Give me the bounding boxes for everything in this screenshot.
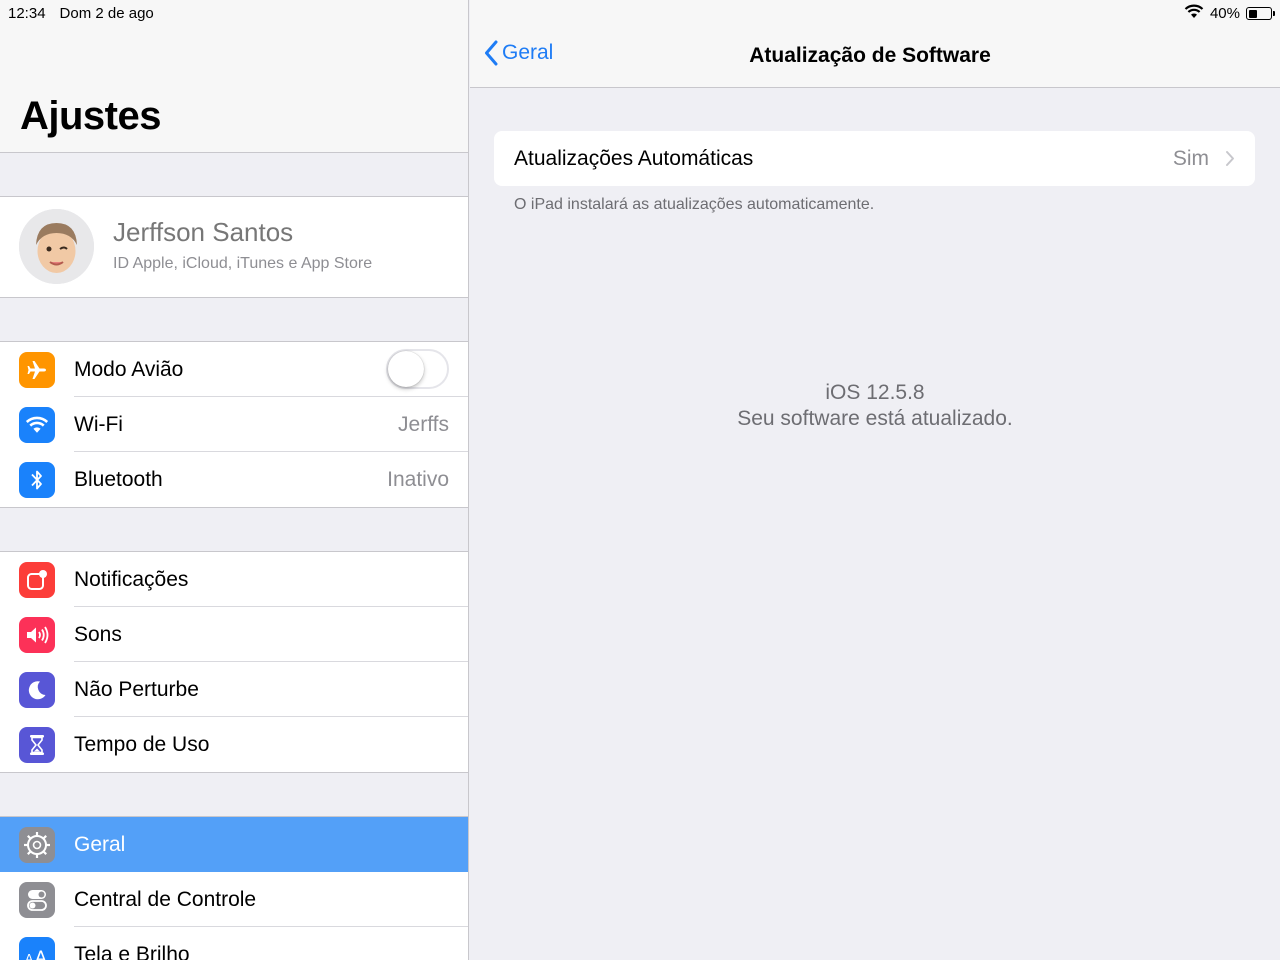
svg-text:A: A bbox=[35, 948, 47, 960]
airplane-mode-toggle[interactable] bbox=[386, 349, 449, 389]
update-status-message: Seu software está atualizado. bbox=[737, 407, 1013, 430]
wifi-network-value: Jerffs bbox=[398, 413, 449, 436]
avatar bbox=[19, 209, 94, 284]
switches-icon bbox=[19, 882, 55, 918]
sidebar-item-wifi[interactable]: Wi-Fi Jerffs bbox=[0, 397, 468, 452]
sidebar-item-sounds[interactable]: Sons bbox=[0, 607, 468, 662]
moon-icon bbox=[19, 672, 55, 708]
profile-subtitle: ID Apple, iCloud, iTunes e App Store bbox=[113, 255, 373, 272]
sidebar-item-airplane-mode[interactable]: Modo Avião bbox=[0, 342, 468, 397]
sidebar-item-label: Tela e Brilho bbox=[74, 943, 190, 960]
airplane-icon bbox=[19, 352, 55, 388]
sidebar-item-display-brightness[interactable]: AA Tela e Brilho bbox=[0, 927, 468, 960]
profile-name: Jerffson Santos bbox=[113, 217, 294, 247]
sidebar-item-control-center[interactable]: Central de Controle bbox=[0, 872, 468, 927]
update-status: iOS 12.5.8 Seu software está atualizado. bbox=[470, 380, 1280, 432]
notifications-icon bbox=[19, 562, 55, 598]
sidebar-item-do-not-disturb[interactable]: Não Perturbe bbox=[0, 662, 468, 717]
general-group: Geral Central de Controle AA Tela e Bril… bbox=[0, 816, 468, 960]
auto-updates-value: Sim bbox=[1172, 147, 1209, 170]
sidebar-item-bluetooth[interactable]: Bluetooth Inativo bbox=[0, 452, 468, 507]
notifications-group: Notificações Sons Não Perturbe Tempo de … bbox=[0, 551, 468, 773]
sidebar-item-label: Não Perturbe bbox=[74, 678, 199, 701]
auto-updates-row[interactable]: Atualizações Automáticas Sim bbox=[494, 131, 1255, 186]
software-update-pane: Geral Atualização de Software Atualizaçõ… bbox=[470, 0, 1280, 960]
status-time: 12:34 bbox=[8, 5, 46, 22]
page-title: Atualização de Software bbox=[749, 44, 991, 67]
battery-icon bbox=[1246, 7, 1275, 20]
sidebar-item-label: Sons bbox=[74, 623, 122, 646]
sidebar-item-screen-time[interactable]: Tempo de Uso bbox=[0, 717, 468, 772]
wifi-status-icon bbox=[1184, 4, 1204, 23]
connectivity-group: Modo Avião Wi-Fi Jerffs Bluetooth Inativ… bbox=[0, 341, 468, 508]
profile-group: Jerffson Santos ID Apple, iCloud, iTunes… bbox=[0, 196, 468, 298]
sidebar-item-label: Tempo de Uso bbox=[74, 733, 210, 756]
battery-fill bbox=[1248, 9, 1257, 18]
sidebar-item-label: Notificações bbox=[74, 568, 189, 591]
chevron-right-icon bbox=[1226, 151, 1234, 166]
toggle-knob bbox=[388, 351, 424, 387]
sidebar-item-notifications[interactable]: Notificações bbox=[0, 552, 468, 607]
status-bar: 12:34 Dom 2 de ago 40% bbox=[0, 0, 1280, 26]
sidebar-title: Ajustes bbox=[20, 94, 162, 138]
battery-percent: 40% bbox=[1209, 5, 1240, 22]
sidebar-item-label: Central de Controle bbox=[74, 888, 257, 911]
sidebar-item-label: Geral bbox=[74, 833, 126, 856]
auto-updates-label: Atualizações Automáticas bbox=[514, 147, 754, 170]
speaker-icon bbox=[19, 617, 55, 653]
wifi-icon bbox=[19, 407, 55, 443]
settings-sidebar: Ajustes Jerffson Santos ID Apple, iCloud… bbox=[0, 0, 469, 960]
hourglass-icon bbox=[19, 727, 55, 763]
gear-icon bbox=[19, 827, 55, 863]
auto-updates-footnote: O iPad instalará as atualizações automat… bbox=[514, 196, 875, 213]
bluetooth-status-value: Inativo bbox=[387, 468, 449, 491]
svg-text:A: A bbox=[25, 952, 34, 960]
status-date: Dom 2 de ago bbox=[59, 5, 154, 22]
sidebar-item-label: Wi-Fi bbox=[74, 413, 123, 436]
bluetooth-icon bbox=[19, 462, 55, 498]
sidebar-item-label: Bluetooth bbox=[74, 468, 163, 491]
sidebar-item-general[interactable]: Geral bbox=[0, 817, 468, 872]
sidebar-item-label: Modo Avião bbox=[74, 358, 184, 381]
text-size-icon: AA bbox=[19, 937, 55, 960]
ios-version: iOS 12.5.8 bbox=[825, 381, 925, 404]
apple-id-profile[interactable]: Jerffson Santos ID Apple, iCloud, iTunes… bbox=[0, 197, 468, 297]
